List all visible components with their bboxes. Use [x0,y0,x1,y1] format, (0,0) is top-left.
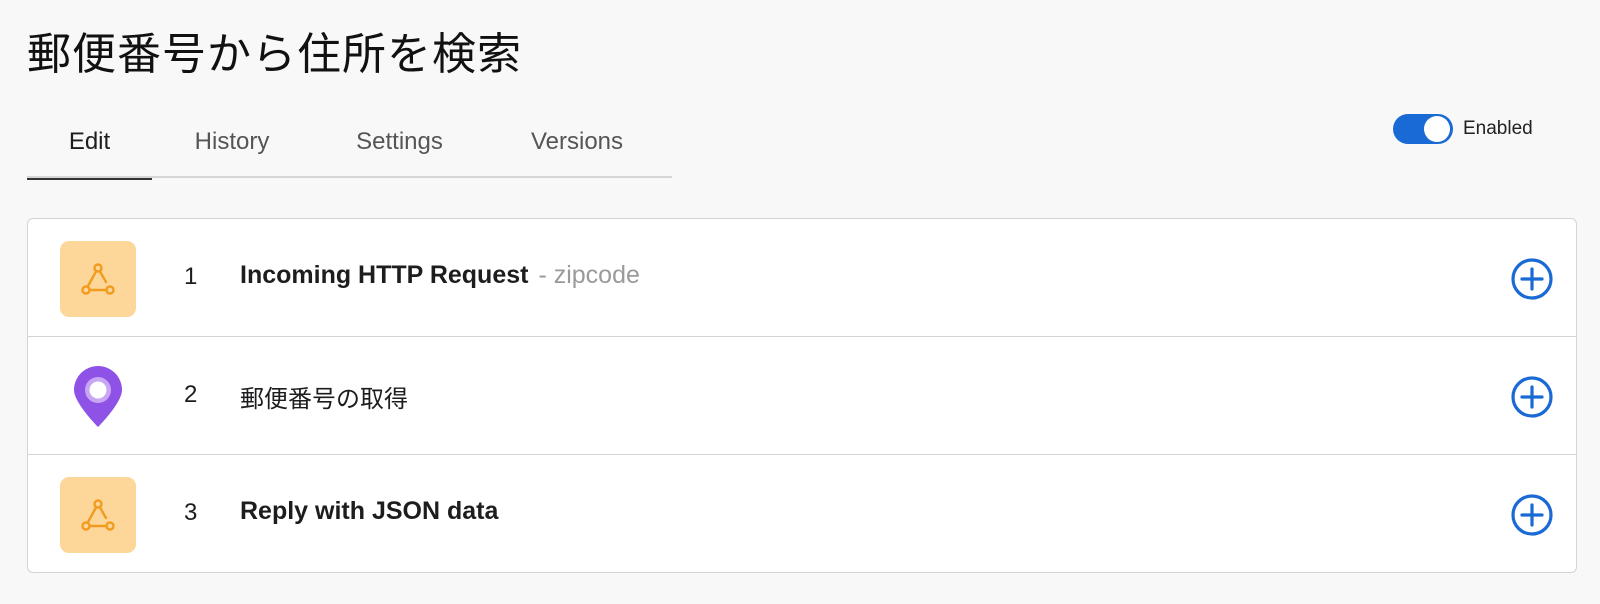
toggle-knob [1424,116,1450,142]
webhook-icon [60,477,136,553]
tab-settings[interactable]: Settings [312,116,487,178]
location-pin-icon [60,359,136,435]
step-title: Incoming HTTP Request - zipcode [240,261,640,290]
step-title: 郵便番号の取得 [240,385,408,413]
step-row[interactable]: 1 Incoming HTTP Request - zipcode [28,219,1576,337]
add-step-icon[interactable] [1510,257,1554,301]
step-list: 1 Incoming HTTP Request - zipcode 2 郵便番号の… [27,218,1577,573]
tab-history[interactable]: History [152,116,312,178]
step-row[interactable]: 3 Reply with JSON data [28,455,1576,572]
tab-bar: Edit History Settings Versions [27,116,672,180]
tab-edit[interactable]: Edit [27,116,152,180]
enabled-label: Enabled [1463,118,1533,139]
step-row[interactable]: 2 郵便番号の取得 [28,337,1576,455]
add-step-icon[interactable] [1510,375,1554,419]
step-title: Reply with JSON data [240,497,499,525]
webhook-icon [60,241,136,317]
step-title-text: Incoming HTTP Request [240,261,529,289]
step-subtitle: - zipcode [538,261,640,289]
enabled-toggle[interactable] [1393,114,1453,144]
page-title: 郵便番号から住所を検索 [27,29,522,80]
enabled-toggle-group: Enabled [1393,114,1533,144]
step-number: 3 [184,499,198,526]
step-number: 1 [184,263,198,290]
step-number: 2 [184,381,198,408]
add-step-icon[interactable] [1510,493,1554,537]
tab-versions[interactable]: Versions [487,116,667,178]
